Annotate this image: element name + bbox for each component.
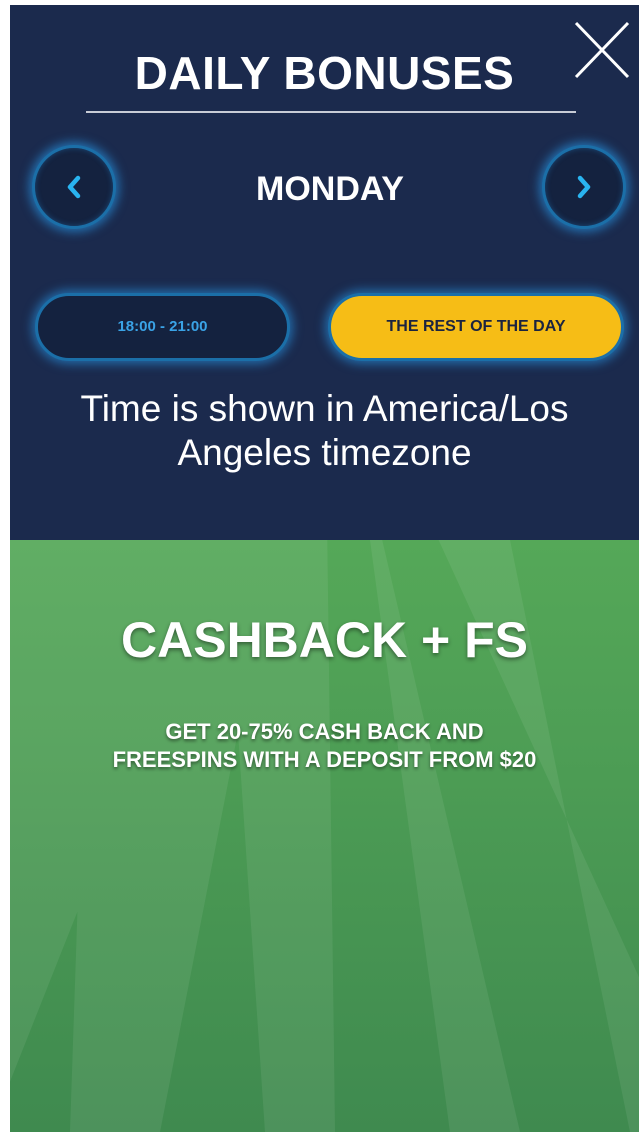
bonus-title: CASHBACK + FS (121, 612, 528, 668)
bonus-card-cashback: CASHBACK + FS GET 20-75% CASH BACK AND F… (10, 540, 639, 1132)
close-icon (574, 21, 630, 79)
next-day-button[interactable] (542, 145, 626, 229)
previous-day-button[interactable] (32, 145, 116, 229)
timezone-note: Time is shown in America/Los Angeles tim… (80, 388, 569, 473)
bonus-description-line: FREESPINS WITH A DEPOSIT FROM $20 (112, 747, 537, 772)
tab-rest-of-day[interactable]: THE REST OF THE DAY (328, 293, 624, 361)
time-period-tabs: 18:00 - 21:00 THE REST OF THE DAY (10, 293, 639, 365)
selected-day-label: MONDAY (256, 170, 404, 208)
bonus-description-line: GET 20-75% CASH BACK AND (165, 719, 484, 744)
bonus-description: GET 20-75% CASH BACK AND FREESPINS WITH … (40, 718, 609, 774)
page-title: DAILY BONUSES (134, 47, 515, 99)
title-underline (86, 111, 576, 113)
chevron-right-icon (577, 175, 591, 199)
day-selector: MONDAY (10, 145, 639, 235)
close-button[interactable] (570, 19, 634, 83)
daily-bonuses-modal: DAILY BONUSES MONDAY 18:00 - 21:00 THE R… (10, 5, 639, 1132)
tab-evening-hours[interactable]: 18:00 - 21:00 (35, 293, 290, 361)
bonus-schedule-header: DAILY BONUSES MONDAY 18:00 - 21:00 THE R… (10, 5, 639, 540)
chevron-left-icon (67, 175, 81, 199)
